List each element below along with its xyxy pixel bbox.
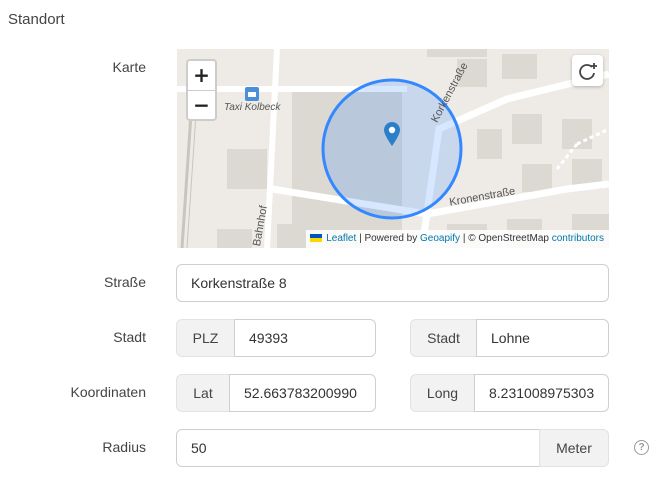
osm-text: | © OpenStreetMap [462, 233, 549, 244]
lat-addon: Lat [176, 374, 230, 412]
plz-addon: PLZ [176, 319, 235, 357]
radius-unit-addon: Meter [539, 429, 609, 467]
locate-button[interactable] [572, 55, 603, 86]
label-map: Karte [112, 59, 146, 75]
geoapify-link[interactable]: Geoapify [420, 233, 460, 244]
map-poi-label: Taxi Kolbeck [224, 102, 281, 113]
zoom-control: + − [186, 59, 217, 121]
taxi-icon [245, 87, 259, 101]
label-city: Stadt [113, 329, 146, 345]
lat-input[interactable]: 52.663783200990 [229, 374, 376, 412]
leaflet-link[interactable]: Leaflet [326, 233, 356, 244]
map[interactable]: + − Taxi Kolbeck Korkenstraße Kronenstra… [177, 49, 609, 248]
long-addon: Long [410, 374, 475, 412]
locate-icon [579, 63, 597, 80]
street-input[interactable]: Korkenstraße 8 [176, 264, 609, 302]
section-title: Standort [8, 11, 65, 28]
plz-input[interactable]: 49393 [234, 319, 376, 357]
map-tiles [177, 49, 609, 248]
city-addon: Stadt [410, 319, 477, 357]
ukraine-flag-icon [310, 234, 323, 242]
label-radius: Radius [102, 439, 146, 455]
powered-by-text: | Powered by [359, 233, 418, 244]
contributors-link[interactable]: contributors [552, 233, 604, 244]
label-coordinates: Koordinaten [70, 384, 146, 400]
map-marker-icon[interactable] [382, 121, 402, 147]
city-input[interactable]: Lohne [476, 319, 609, 357]
long-input[interactable]: 8.231008975303 [474, 374, 609, 412]
zoom-in-icon[interactable]: + [188, 61, 215, 91]
radius-input[interactable]: 50 [176, 429, 540, 467]
map-attribution: Leaflet | Powered by Geoapify | © OpenSt… [306, 230, 609, 248]
zoom-out-icon[interactable]: − [188, 91, 215, 120]
label-street: Straße [103, 274, 146, 290]
help-icon[interactable]: ? [634, 440, 649, 455]
